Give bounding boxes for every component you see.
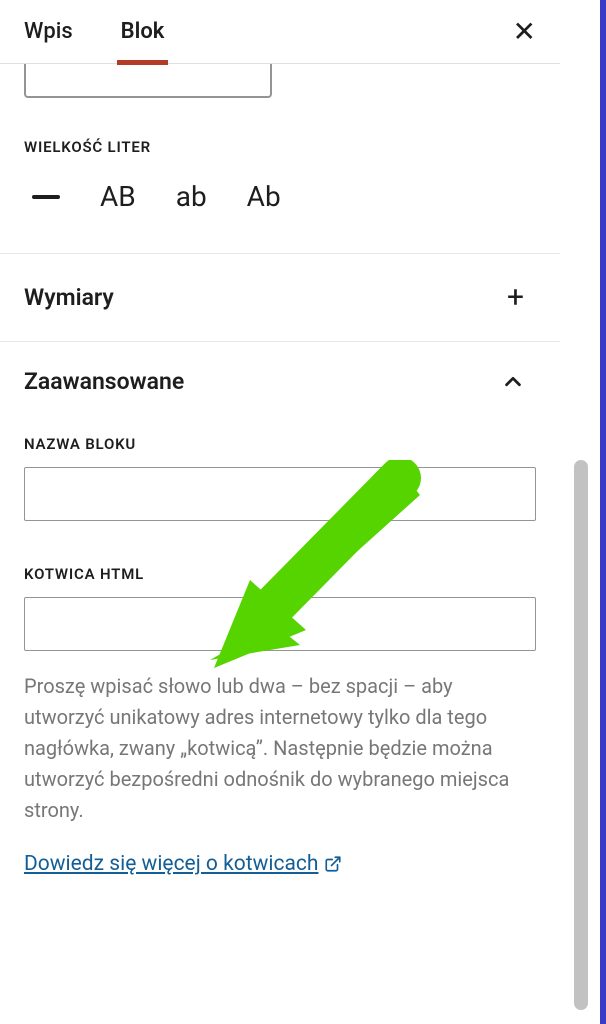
advanced-panel-body: Nazwa bloku Kotwica HTML Proszę wpisać s… <box>0 421 560 900</box>
advanced-title: Zaawansowane <box>24 368 184 395</box>
scrollbar-thumb[interactable] <box>574 460 588 1010</box>
sidebar-tabs: Wpis Blok ✕ <box>0 0 560 64</box>
learn-more-text: Dowiedz się więcej o kotwicach <box>24 852 318 876</box>
plus-icon: + <box>507 280 524 315</box>
letter-case-uppercase[interactable]: AB <box>100 180 136 213</box>
letter-case-lowercase[interactable]: ab <box>176 180 207 213</box>
tab-post[interactable]: Wpis <box>24 0 73 64</box>
chevron-up-icon <box>502 371 524 393</box>
letter-case-capitalize[interactable]: Ab <box>247 180 281 213</box>
letter-case-label: Wielkość liter <box>0 98 560 156</box>
html-anchor-help: Proszę wpisać słowo lub dwa – bez spacji… <box>24 671 536 826</box>
letter-case-none-icon[interactable] <box>32 195 60 199</box>
html-anchor-input[interactable] <box>24 597 536 651</box>
block-name-label: Nazwa bloku <box>24 435 536 453</box>
dimensions-panel-header[interactable]: Wymiary + <box>0 254 560 341</box>
block-name-input[interactable] <box>24 467 536 521</box>
advanced-panel-header[interactable]: Zaawansowane <box>0 342 560 421</box>
external-link-icon <box>324 855 342 873</box>
truncated-control <box>0 64 560 98</box>
truncated-input-bottom[interactable] <box>24 64 272 98</box>
html-anchor-label: Kotwica HTML <box>24 565 536 583</box>
learn-more-link[interactable]: Dowiedz się więcej o kotwicach <box>24 852 342 876</box>
dimensions-title: Wymiary <box>24 284 114 311</box>
close-icon[interactable]: ✕ <box>513 18 536 46</box>
letter-case-options: AB ab Ab <box>0 156 560 253</box>
tab-block[interactable]: Blok <box>121 0 165 64</box>
